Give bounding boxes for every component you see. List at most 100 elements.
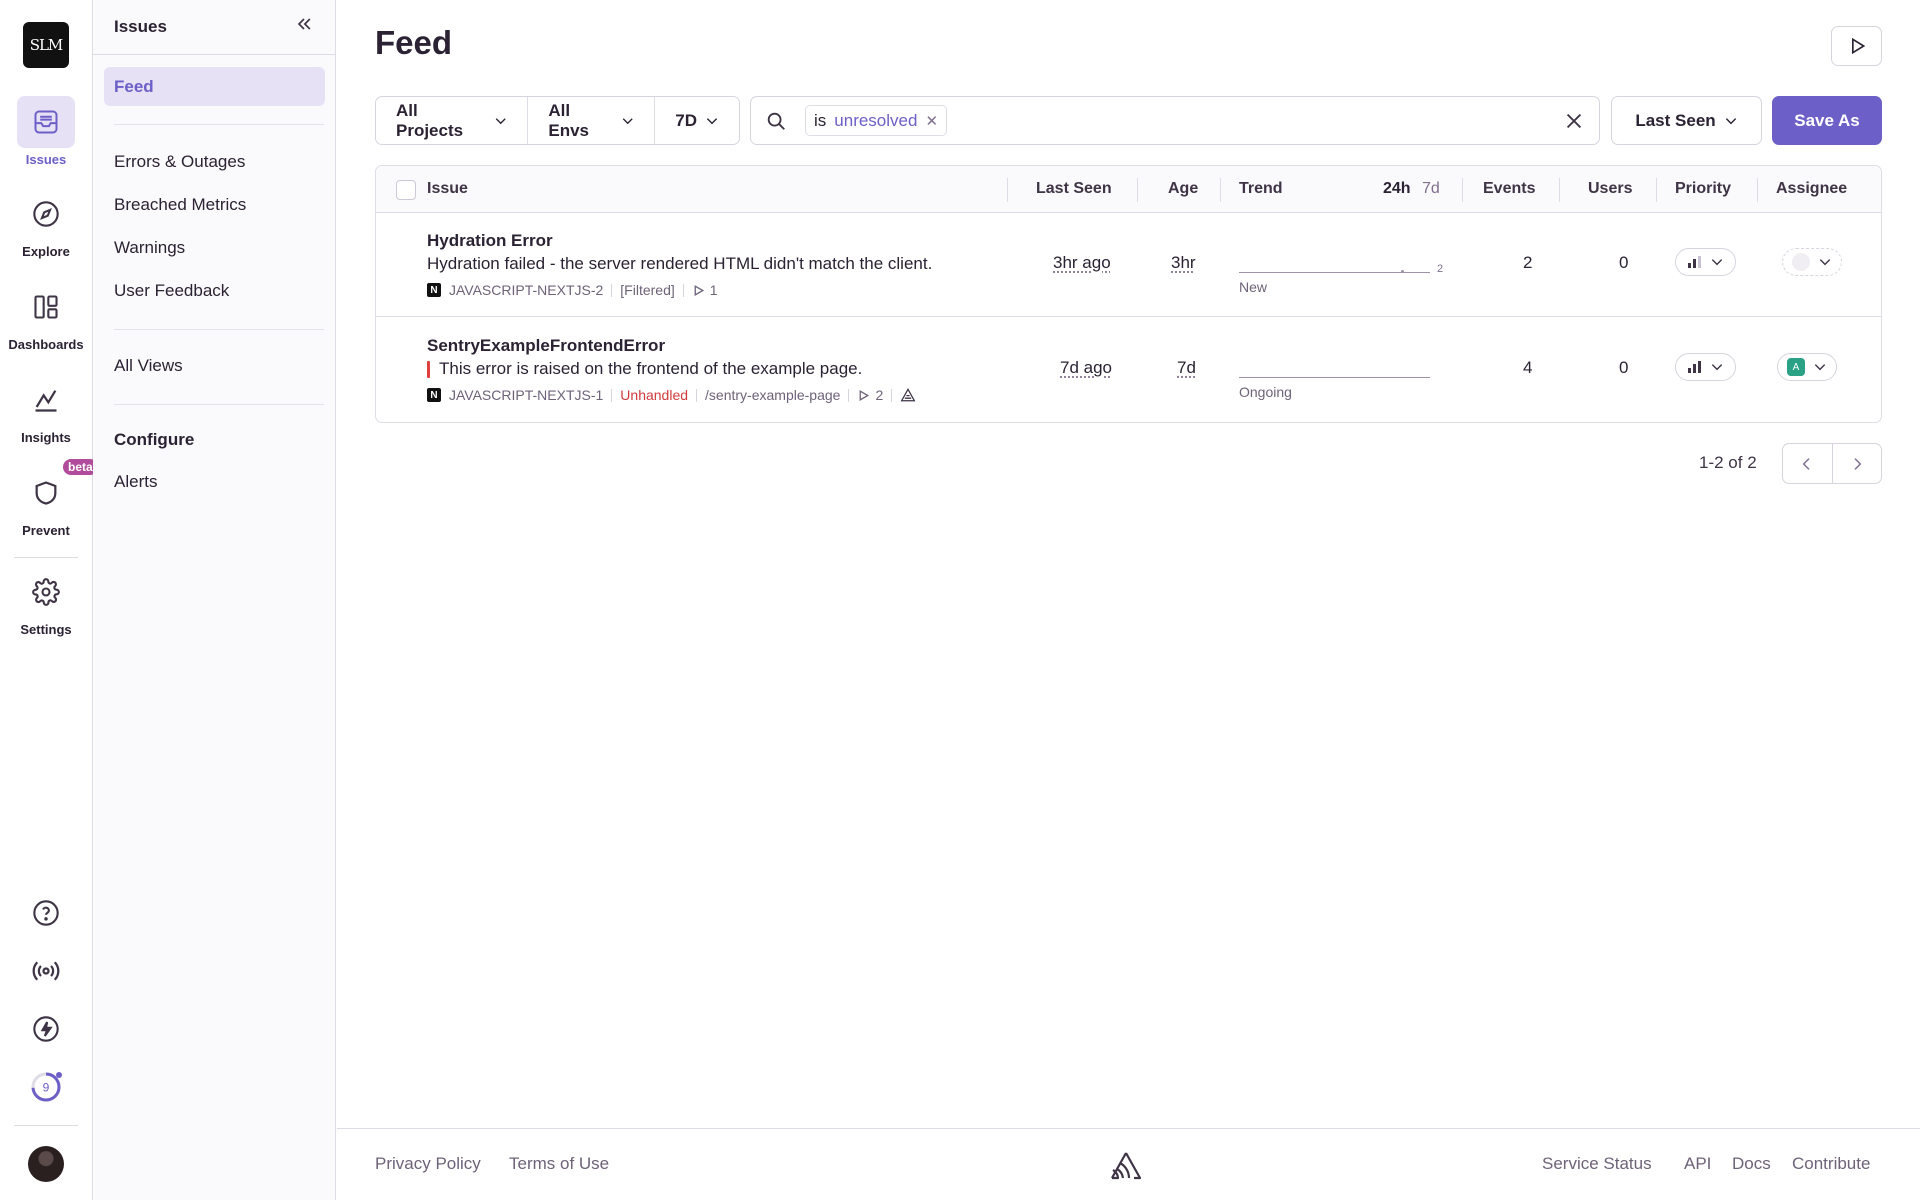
contribute-link[interactable]: Contribute	[1792, 1154, 1870, 1174]
onboarding-progress-icon[interactable]: 9	[26, 1067, 66, 1107]
pagination-caption: 1-2 of 2	[1699, 453, 1757, 472]
nav-explore-label: Explore	[22, 244, 70, 259]
sentry-logo-icon	[1111, 1152, 1142, 1180]
filtered-tag: [Filtered]	[620, 282, 675, 298]
table-row[interactable]: SentryExampleFrontendError This error is…	[376, 318, 1881, 422]
search-token[interactable]: is unresolved ✕	[805, 105, 948, 136]
chevron-down-icon	[1711, 259, 1722, 266]
events-count: 4	[1523, 358, 1533, 377]
service-status-link[interactable]: Service Status	[1542, 1154, 1652, 1174]
chevron-down-icon	[1819, 259, 1831, 266]
issue-title[interactable]: Hydration Error	[427, 231, 553, 251]
nextjs-icon: N	[427, 388, 441, 402]
last-seen-value: 7d ago	[1060, 358, 1112, 377]
nav-prevent-label: Prevent	[22, 523, 70, 538]
sidebar-title: Issues	[114, 17, 167, 36]
trend-point	[1401, 270, 1404, 273]
sidebar-item-alerts[interactable]: Alerts	[104, 462, 325, 501]
search-input[interactable]: is unresolved ✕	[750, 96, 1600, 145]
trend-24h-toggle[interactable]: 24h	[1383, 180, 1411, 198]
sidebar-item-all-views[interactable]: All Views	[104, 346, 325, 385]
col-priority[interactable]: Priority	[1675, 180, 1731, 198]
collapse-sidebar-icon[interactable]	[294, 14, 318, 38]
nextjs-icon: N	[427, 283, 441, 297]
project-filter[interactable]: All Projects	[376, 97, 529, 144]
replay-count[interactable]: 1	[692, 282, 718, 298]
short-id[interactable]: JAVASCRIPT-NEXTJS-1	[449, 387, 603, 403]
col-issue: Issue	[427, 180, 468, 197]
nav-settings[interactable]: Settings	[0, 566, 92, 637]
col-trend: Trend	[1239, 180, 1283, 197]
events-count: 2	[1523, 253, 1533, 272]
docs-link[interactable]: Docs	[1732, 1154, 1771, 1174]
issues-table: Issue Last Seen Age Trend 24h 7d Events …	[375, 165, 1882, 423]
org-logo[interactable]: SLM	[23, 22, 69, 68]
remove-token-icon[interactable]: ✕	[925, 112, 938, 130]
issue-meta: N JAVASCRIPT-NEXTJS-1 Unhandled /sentry-…	[427, 387, 916, 403]
page-title: Feed	[375, 24, 453, 61]
lightning-icon[interactable]	[26, 1009, 66, 1049]
last-seen-value: 3hr ago	[1053, 253, 1111, 272]
table-row[interactable]: Hydration Error Hydration failed - the s…	[376, 213, 1881, 317]
assignee-avatar: A	[1787, 358, 1805, 376]
date-range-filter[interactable]: 7D	[655, 97, 739, 144]
nav-settings-label: Settings	[20, 622, 72, 637]
rail-divider	[14, 1125, 78, 1126]
replay-count[interactable]: 2	[857, 387, 883, 403]
shield-icon: beta	[17, 459, 98, 519]
nav-issues[interactable]: Issues	[0, 96, 92, 167]
issue-title[interactable]: SentryExampleFrontendError	[427, 336, 665, 356]
assignee-dropdown[interactable]	[1782, 248, 1842, 276]
trend-7d-toggle[interactable]: 7d	[1422, 180, 1440, 198]
chevron-down-icon	[1711, 364, 1722, 371]
col-users[interactable]: Users	[1588, 180, 1632, 198]
trend-status-label: New	[1239, 279, 1268, 295]
play-icon	[694, 284, 704, 296]
col-age[interactable]: Age	[1168, 180, 1198, 198]
issue-message: This error is raised on the frontend of …	[439, 359, 863, 378]
sidebar-item-feed[interactable]: Feed	[104, 67, 325, 106]
col-events[interactable]: Events	[1483, 180, 1535, 198]
sort-dropdown[interactable]: Last Seen	[1611, 96, 1762, 145]
chevron-right-icon	[1854, 457, 1862, 470]
assignee-dropdown[interactable]: A	[1777, 353, 1837, 381]
nav-prevent[interactable]: beta Prevent	[0, 459, 98, 538]
footer: Privacy Policy Terms of Use Service Stat…	[337, 1128, 1920, 1200]
rail-divider	[14, 557, 78, 558]
nav-issues-label: Issues	[25, 152, 67, 167]
clear-search-icon[interactable]	[1563, 110, 1585, 132]
nav-dashboards[interactable]: Dashboards	[0, 281, 92, 352]
nav-explore[interactable]: Explore	[0, 188, 92, 259]
trend-max-label: 2	[1437, 263, 1444, 275]
unassigned-avatar	[1792, 253, 1810, 271]
sidebar-item-warnings[interactable]: Warnings	[104, 228, 325, 267]
broadcast-icon[interactable]	[26, 951, 66, 991]
api-link[interactable]: API	[1684, 1154, 1711, 1174]
page-filters: All Projects All Envs 7D	[375, 96, 740, 145]
play-button[interactable]	[1831, 26, 1882, 66]
graph-icon	[17, 374, 75, 426]
sidebar-item-errors-outages[interactable]: Errors & Outages	[104, 142, 325, 181]
select-all-checkbox[interactable]	[396, 180, 416, 200]
users-count: 0	[1619, 358, 1629, 377]
priority-dropdown[interactable]	[1675, 248, 1736, 276]
chevron-down-icon	[1725, 117, 1736, 124]
next-page-button[interactable]	[1833, 444, 1882, 483]
privacy-policy-link[interactable]: Privacy Policy	[375, 1154, 481, 1174]
short-id[interactable]: JAVASCRIPT-NEXTJS-2	[449, 282, 603, 298]
nav-insights-label: Insights	[21, 430, 71, 445]
col-last-seen[interactable]: Last Seen	[1036, 180, 1112, 198]
compass-icon	[17, 188, 75, 240]
sidebar-item-user-feedback[interactable]: User Feedback	[104, 271, 325, 310]
environment-filter[interactable]: All Envs	[528, 97, 656, 144]
user-avatar[interactable]	[28, 1146, 64, 1182]
chevron-down-icon	[706, 117, 718, 124]
priority-dropdown[interactable]	[1675, 353, 1736, 381]
nav-insights[interactable]: Insights	[0, 374, 92, 445]
sidebar-item-breached-metrics[interactable]: Breached Metrics	[104, 185, 325, 224]
question-circle-icon[interactable]	[26, 893, 66, 933]
previous-page-button[interactable]	[1783, 444, 1833, 483]
priority-bars-icon	[1687, 256, 1701, 268]
terms-of-use-link[interactable]: Terms of Use	[509, 1154, 609, 1174]
save-as-button[interactable]: Save As	[1772, 96, 1882, 145]
